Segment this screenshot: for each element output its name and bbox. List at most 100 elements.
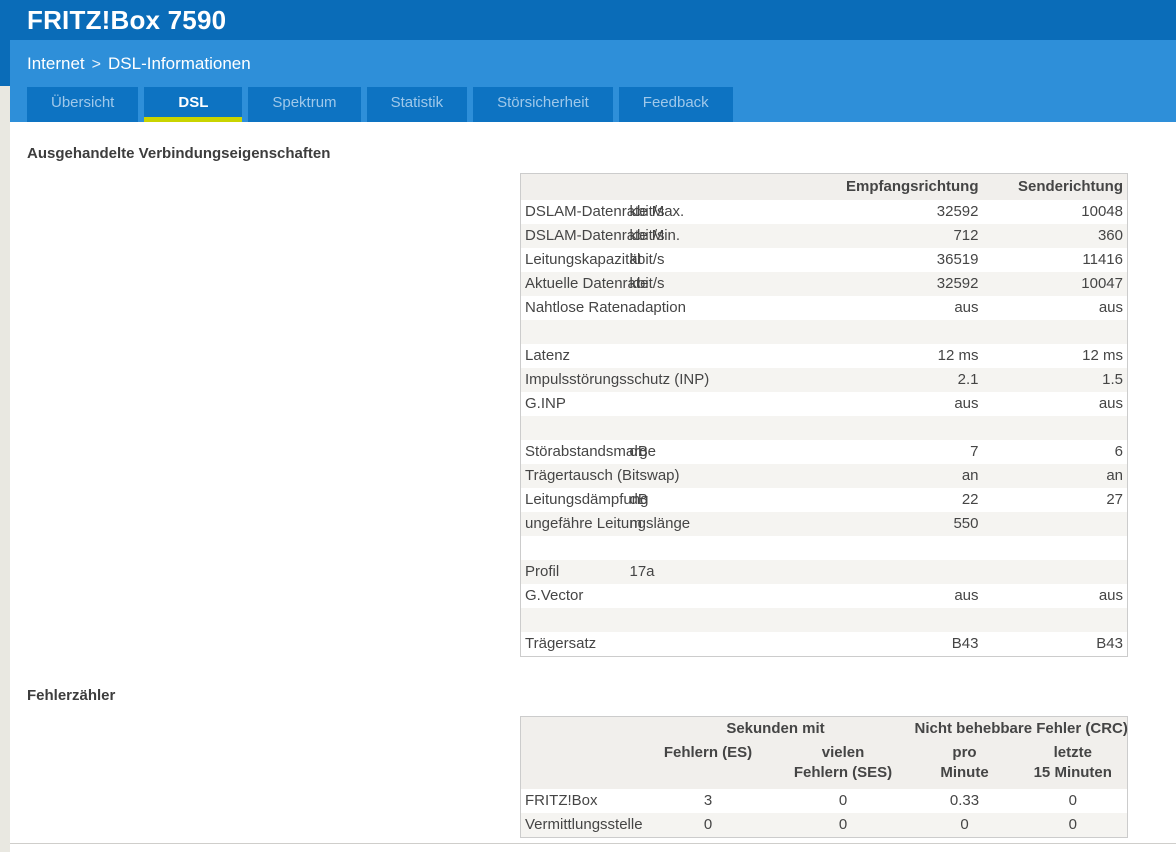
row-label-cell: Impulsstörungsschutz (INP) [525,371,710,388]
main-panel: Internet > DSL-Informationen Übersicht DSL S… [10,40,1176,852]
downstream-value-cell: 12 ms [937,347,979,364]
table-row: Leitungskapazität kbit/s 36519 11416 [521,248,1128,272]
unit-cell: dB [629,443,648,460]
tab-st-rsicherheit[interactable]: Störsicherheit [473,87,613,122]
upstream-value-cell: 1.5 [1102,371,1123,388]
sub-header-2: pro Minute [910,741,1019,789]
upstream-value-cell: 27 [1106,491,1123,508]
connection-table-body: DSLAM-Datenrate Max. kbit/s 32592 10048 DSLA… [520,200,1128,657]
table-row: DSLAM-Datenrate Max. kbit/s 32592 10048 [521,200,1128,224]
error-value-cell-2: 0.33 [949,792,980,809]
connection-table-header-row: Empfangsrichtung Senderichtung [520,173,1128,200]
breadcrumb-current-page: DSL-Informationen [108,54,251,73]
tab-bar: Übersicht DSL Spektrum Statistik Störsicherh… [27,87,733,122]
group-header-seconds: Sekunden mit [640,716,911,741]
table-row: Störabstandsmarge dB 7 6 [521,440,1128,464]
downstream-value-cell: 712 [953,227,979,244]
table-row: Nahtlose Ratenadaption aus aus [521,296,1128,320]
error-value-cell-3: 0 [1068,816,1077,833]
spacer-row [520,320,1128,344]
tab-spektrum[interactable]: Spektrum [248,87,361,122]
row-label-cell: Leitungskapazität [525,251,642,268]
error-value-cell-0: 3 [703,792,713,809]
downstream-value-cell: aus [954,299,979,316]
spacer-cell [521,536,1128,560]
unit-cell [626,584,838,608]
tab-dsl[interactable]: DSL [144,87,243,122]
tab-feedback[interactable]: Feedback [618,87,733,122]
downstream-value-cell: an [961,467,979,484]
tab-statistik[interactable]: Statistik [366,87,468,122]
table-row: Aktuelle Datenrate kbit/s 32592 10047 [520,272,1128,296]
error-value-cell-1: 0 [838,792,848,809]
unit-cell [626,344,838,368]
table-row: Leitungsdämpfung dB 22 27 [521,488,1128,512]
upstream-value-cell: 6 [1114,443,1123,460]
error-counter-table: Sekunden mit Nicht behebbare Fehler (CRC… [520,716,1129,838]
table-row: Vermittlungsstelle 0 0 0 0 [520,813,1128,838]
breadcrumb: Internet > DSL-Informationen [10,40,1176,74]
unit-cell: kbit/s [629,203,665,220]
downstream-value-cell: aus [954,395,979,412]
row-label-cell: Nahtlose Ratenadaption [525,299,686,316]
section-title-errors: Fehlerzähler [27,687,116,704]
error-table-sub-header-row: Fehlern (ES) vielen Fehlern (SES) pro Minu… [520,741,1128,789]
section-title-connection: Ausgehandelte Verbindungseigenschaften [27,145,331,162]
error-value-cell-1: 0 [838,816,848,833]
page-content: Ausgehandelte Verbindungseigenschaften E… [10,144,1176,844]
upstream-value-cell: 12 ms [1082,347,1123,364]
row-label-cell: Leitungsdämpfung [525,491,649,508]
sub-header-0: Fehlern (ES) [640,741,776,789]
row-label-cell: ungefähre Leitungslänge [525,515,691,532]
upstream-value-cell: aus [1098,395,1123,412]
table-row: Profil 17a [520,560,1128,584]
page-header: Internet > DSL-Informationen Übersicht DSL S… [10,40,1176,122]
downstream-value-cell: 36519 [936,251,979,268]
error-value-cell-2: 0 [960,816,969,833]
error-value-cell-3: 0 [1068,792,1077,809]
error-value-cell-0: 0 [703,816,713,833]
table-row: DSLAM-Datenrate Min. kbit/s 712 360 [520,224,1128,248]
upstream-value-cell: 10047 [1081,275,1123,292]
group-header-empty [520,716,641,741]
table-row: G.Vector aus aus [521,584,1128,608]
spacer-row [520,608,1128,632]
spacer-cell [521,608,1128,632]
table-row: G.INP aus aus [521,392,1128,416]
row-label-cell: G.Vector [525,587,584,604]
spacer-cell [521,416,1128,440]
upstream-value-cell: 10048 [1081,203,1123,220]
downstream-value-cell: 2.1 [957,371,979,388]
unit-cell: kbit/s [629,227,665,244]
downstream-value-cell: B43 [951,635,979,652]
header-unit-col [625,173,838,200]
table-row: Trägertausch (Bitswap) an an [520,464,1128,488]
row-label-cell: Vermittlungsstelle [525,816,643,833]
unit-cell [626,392,838,416]
spacer-row [520,416,1128,440]
table-row: Latenz 12 ms 12 ms [521,344,1128,368]
upstream-value-cell: 360 [1097,227,1123,244]
upstream-value-cell: 11416 [1082,251,1123,268]
sub-header-3: letzte 15 Minuten [1018,741,1128,789]
downstream-value-cell: 22 [961,491,979,508]
table-row: FRITZ!Box 3 0 0.33 0 [521,789,1128,813]
spacer-cell [521,320,1128,344]
row-label-cell: Trägersatz [525,635,597,652]
downstream-value-cell: 32592 [936,275,979,292]
error-table-body: FRITZ!Box 3 0 0.33 0 Vermittlungsstelle 0 0 0 0 [520,789,1128,838]
downstream-value-cell [838,560,983,584]
row-label-cell: FRITZ!Box [525,792,598,809]
row-label-cell: Trägertausch (Bitswap) [525,467,680,484]
group-header-crc: Nicht behebbare Fehler (CRC) [910,716,1128,741]
upstream-value-cell: aus [1098,587,1123,604]
row-label-cell: Aktuelle Datenrate [525,275,649,292]
unit-cell: kbit/s [629,275,665,292]
tab--bersicht[interactable]: Übersicht [27,87,139,122]
downstream-value-cell: 32592 [936,203,979,220]
downstream-value-cell: 550 [953,515,979,532]
upstream-value-cell: B43 [1096,635,1123,652]
upstream-value-cell: aus [1098,299,1123,316]
breadcrumb-internet-link[interactable]: Internet [27,54,85,73]
downstream-value-cell: 7 [970,443,979,460]
